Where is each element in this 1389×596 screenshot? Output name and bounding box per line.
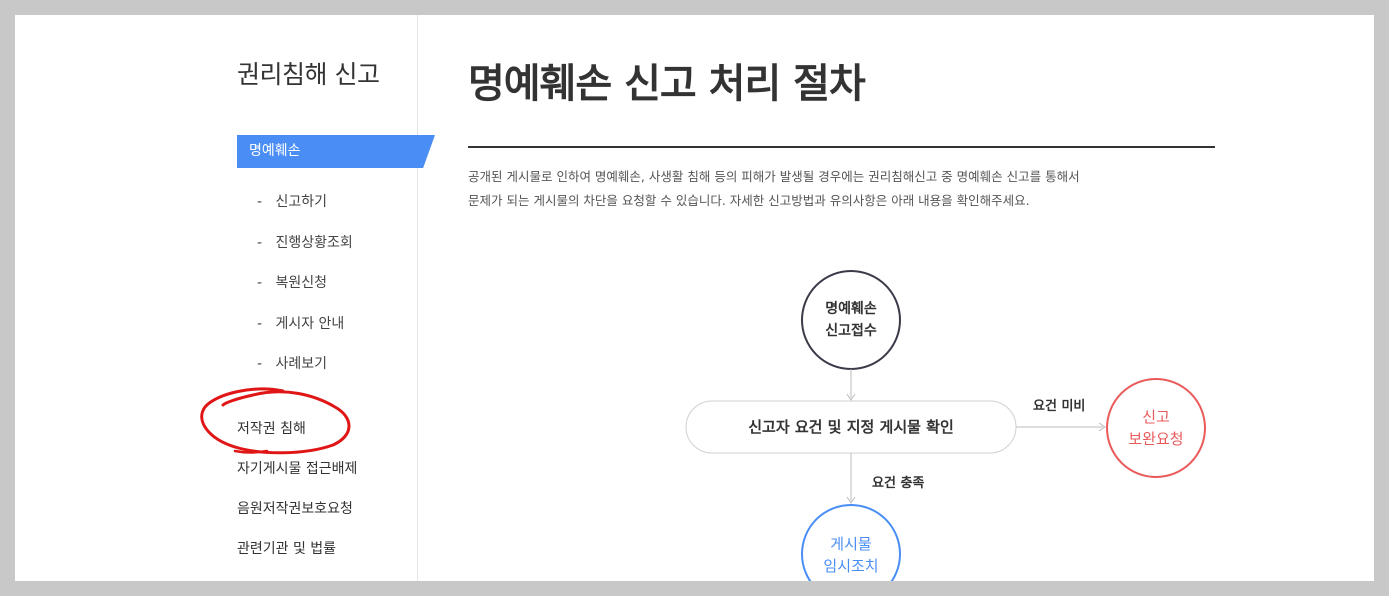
process-flowchart: [685, 270, 1206, 581]
node-line: 명예훼손: [825, 301, 877, 317]
step-temp-action-label: 게시물 임시조치: [791, 533, 911, 577]
step-verify-label: 신고자 요건 및 지정 게시물 확인: [748, 418, 954, 436]
node-line: 게시물: [830, 535, 872, 553]
branch-ok-label: 요건 충족: [872, 476, 925, 491]
node-line: 임시조치: [823, 557, 879, 575]
branch-fail-label: 요건 미비: [1033, 399, 1086, 414]
page: 권리침해 신고 명예훼손 - 신고하기 - 진행상황조회 - 복원신청 - 게시…: [15, 15, 1374, 581]
step-supplement-label: 신고 보완요청: [1096, 406, 1216, 450]
node-line: 신고: [1142, 408, 1170, 426]
node-line: 신고접수: [825, 323, 877, 339]
step-receive-label: 명예훼손 신고접수: [791, 298, 911, 342]
node-line: 보완요청: [1128, 430, 1184, 448]
